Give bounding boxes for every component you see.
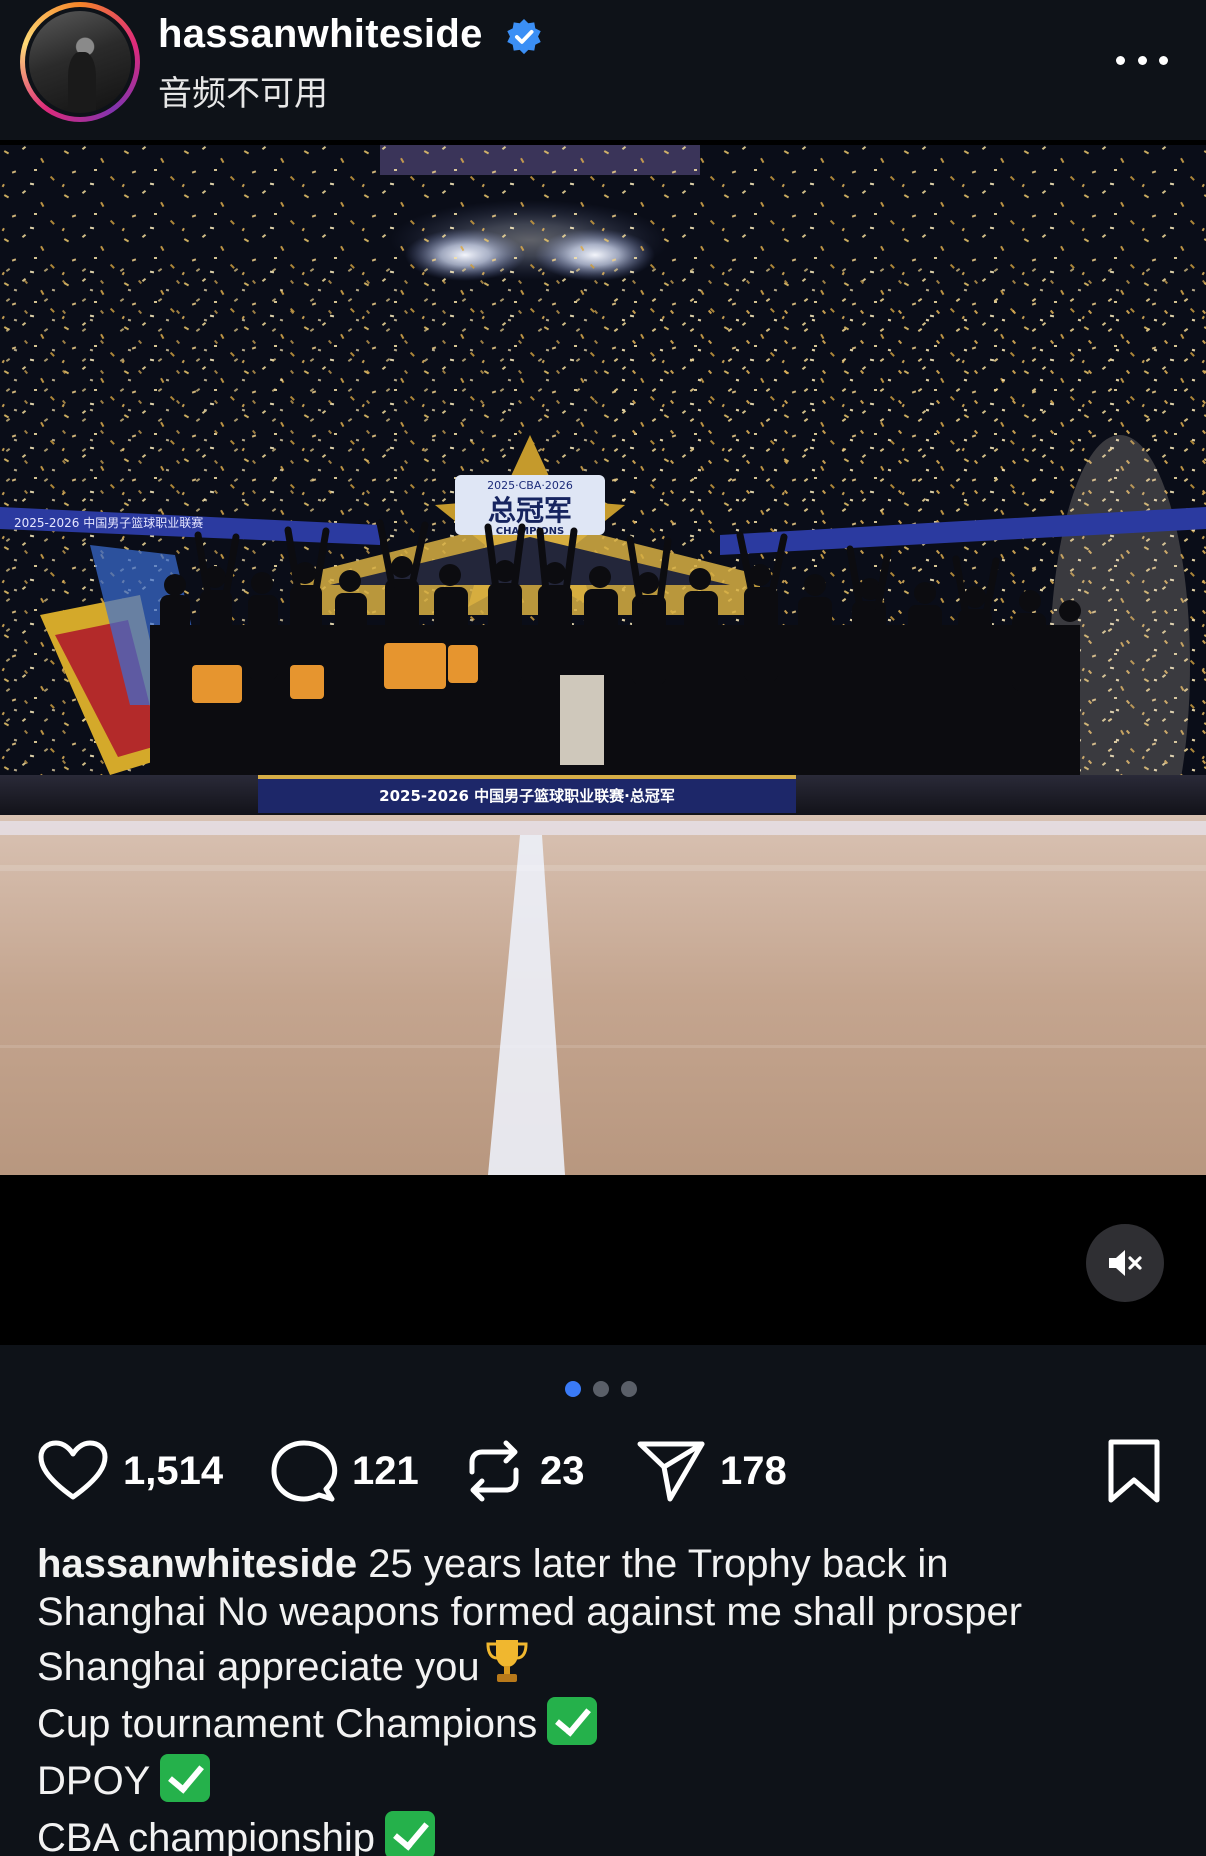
trophy-emoji-icon <box>486 1640 528 1682</box>
caption-line: CBA championship <box>37 1811 1187 1856</box>
left-banner-text: 2025-2026 中国男子篮球职业联赛 <box>14 515 203 530</box>
comment-bubble-icon <box>271 1440 338 1502</box>
verified-badge-icon <box>507 18 541 55</box>
caption-username[interactable]: hassanwhiteside <box>37 1542 357 1586</box>
profile-avatar-story-ring[interactable] <box>20 2 140 122</box>
championship-celebration-image: 2025-2026 中国男子篮球职业联赛 2025·CBA·2026 总冠军 C… <box>0 145 1206 1175</box>
post-caption: hassanwhiteside 25 years later the Troph… <box>37 1540 1187 1856</box>
logo-sub-text: CHAMPIONS <box>496 526 565 537</box>
carousel-dot-active[interactable] <box>565 1381 581 1397</box>
caption-text: Cup tournament Champions <box>37 1702 538 1746</box>
carousel-dot[interactable] <box>621 1381 637 1397</box>
check-mark-icon <box>384 1811 435 1856</box>
carousel-indicator <box>565 1381 645 1397</box>
like-button[interactable]: 1,514 <box>37 1438 223 1504</box>
caption-line: Shanghai appreciate you <box>37 1636 1187 1691</box>
like-count: 1,514 <box>123 1448 224 1493</box>
caption-text: Shanghai appreciate you <box>37 1645 480 1689</box>
speaker-muted-icon[interactable] <box>1086 1224 1164 1302</box>
repost-icon <box>469 1440 519 1502</box>
share-button[interactable]: 178 <box>636 1438 787 1504</box>
check-mark-icon <box>160 1754 211 1802</box>
logo-title-text: 总冠军 <box>488 494 572 527</box>
post-username[interactable]: hassanwhiteside <box>158 12 483 57</box>
post-photo[interactable]: 2025-2026 中国男子篮球职业联赛 2025·CBA·2026 总冠军 C… <box>0 145 1206 1175</box>
caption-text: CBA championship <box>37 1816 375 1856</box>
check-mark-icon <box>547 1697 598 1745</box>
carousel-dot[interactable] <box>593 1381 609 1397</box>
comment-button[interactable]: 121 <box>270 1438 419 1504</box>
more-options-icon[interactable] <box>1112 40 1172 80</box>
bookmark-icon[interactable] <box>1105 1438 1163 1504</box>
caption-line: Cup tournament Champions <box>37 1697 1187 1748</box>
comment-count: 121 <box>352 1448 419 1493</box>
logo-league-text: 2025·CBA·2026 <box>487 479 573 492</box>
paper-plane-icon <box>637 1441 705 1502</box>
stage-banner-text: 2025-2026 中国男子篮球职业联赛·总冠军 <box>379 787 675 805</box>
caption-text: DPOY <box>37 1759 151 1803</box>
audio-unavailable-label: 音频不可用 <box>158 74 328 114</box>
more-dot <box>1116 55 1125 65</box>
repost-button[interactable]: 23 <box>462 1438 585 1504</box>
more-dot <box>1137 55 1147 65</box>
caption-line: DPOY <box>37 1754 1187 1805</box>
share-count: 178 <box>720 1448 787 1493</box>
avatar <box>25 7 135 117</box>
repost-count: 23 <box>540 1448 585 1493</box>
media-letterbox <box>0 1175 1206 1345</box>
caption-text: 25 years later the Trophy back in <box>357 1542 949 1586</box>
caption-line: hassanwhiteside 25 years later the Troph… <box>37 1540 1187 1588</box>
caption-line: Shanghai No weapons formed against me sh… <box>37 1590 1023 1634</box>
heart-icon <box>38 1440 108 1500</box>
more-dot <box>1159 55 1168 65</box>
